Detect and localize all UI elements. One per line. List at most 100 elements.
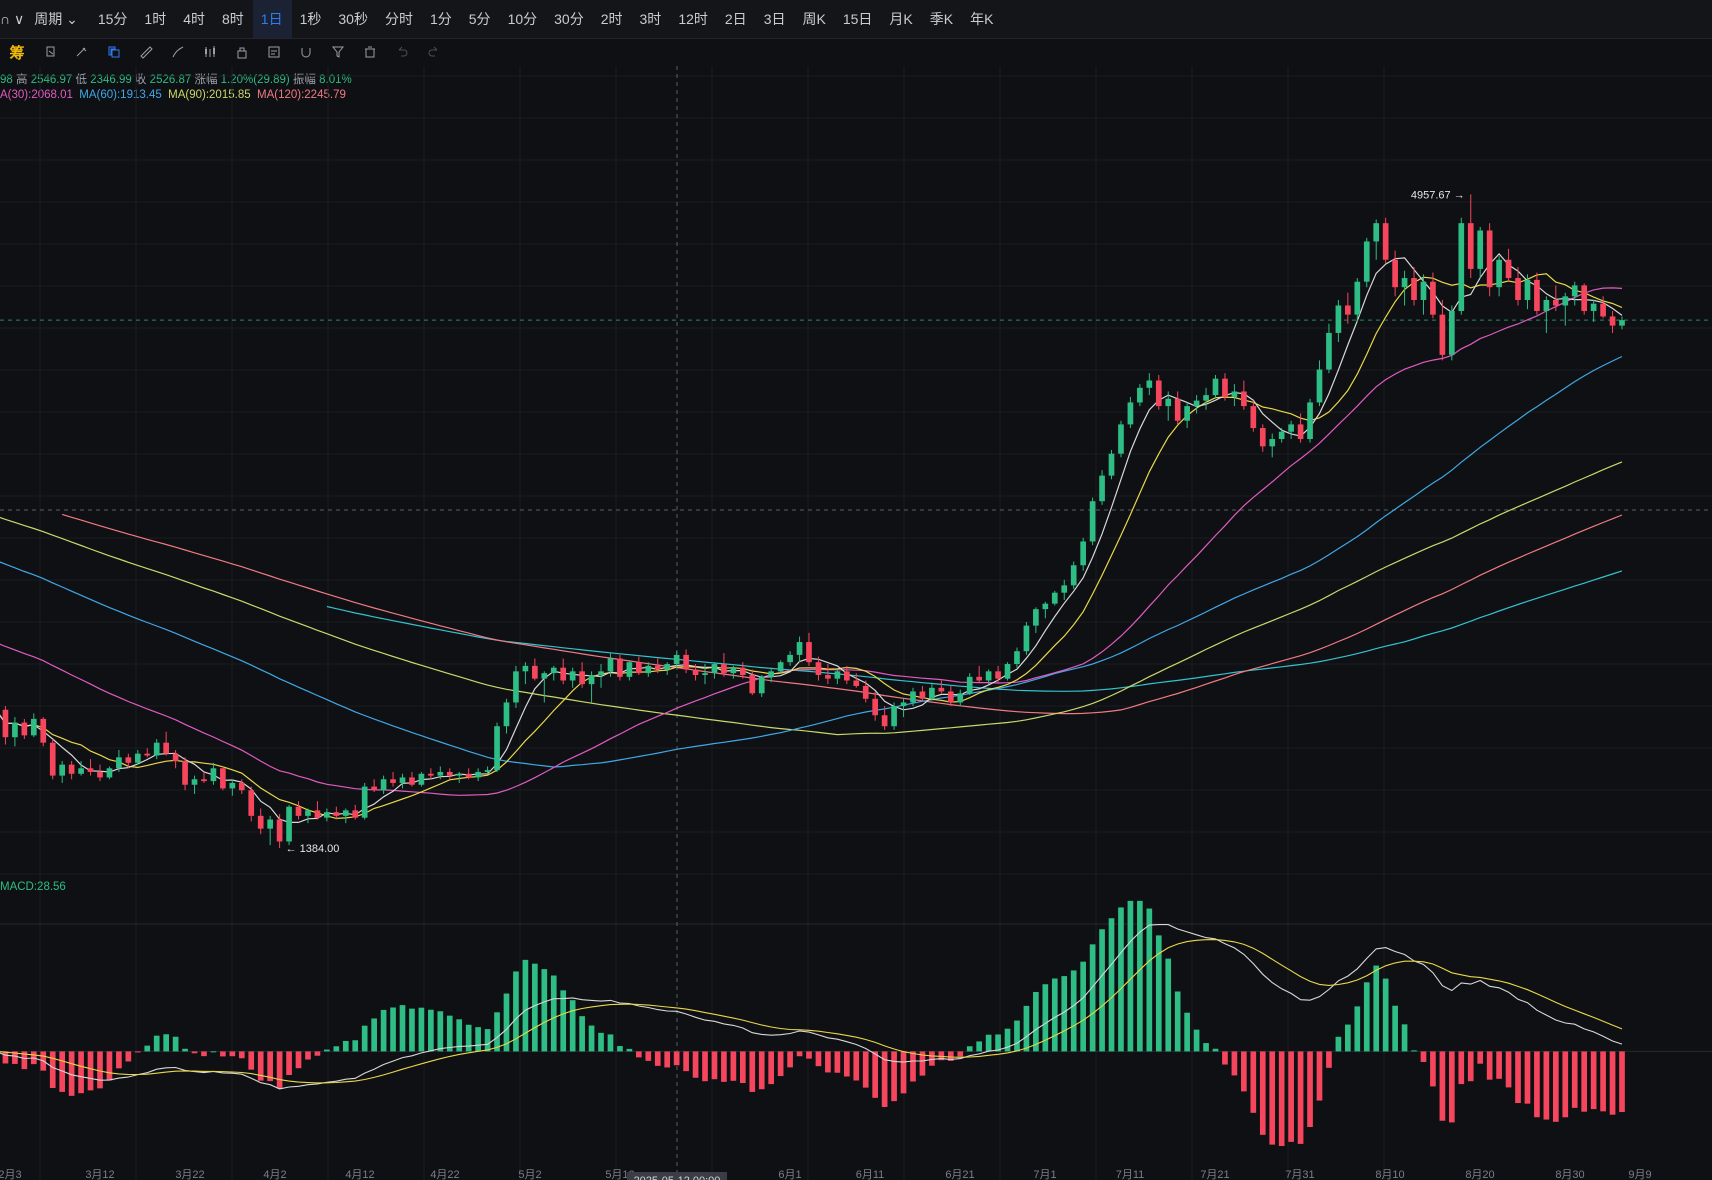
macd-histogram-bar — [985, 1034, 992, 1052]
candle — [1363, 237, 1370, 288]
candle — [267, 815, 273, 846]
macd-histogram-bar — [1023, 1005, 1030, 1052]
candle-body — [1193, 400, 1200, 407]
macd-histogram-bar — [645, 1051, 652, 1061]
candle-body — [1392, 259, 1398, 288]
candle-body — [97, 771, 103, 778]
candle-body — [654, 665, 661, 670]
period-tab[interactable]: 年K — [962, 0, 1002, 38]
macd-histogram-bar — [1259, 1051, 1266, 1135]
chip-distribution-button[interactable]: 筹 — [0, 38, 34, 66]
price-chart[interactable]: 4957.67 → ← 1384.00 MACD:28.56 2月3 3月12 3月22 4… — [0, 66, 1712, 1180]
candle — [1146, 373, 1153, 396]
macd-histogram-bar — [428, 1009, 434, 1052]
lock-icon[interactable] — [226, 38, 258, 66]
macd-histogram-bar — [1552, 1051, 1559, 1122]
candle — [1193, 395, 1200, 414]
candle — [588, 671, 595, 703]
candle-body — [1619, 320, 1625, 326]
macd-histogram-bar — [777, 1051, 784, 1077]
candle — [1099, 470, 1105, 505]
trash-icon[interactable] — [354, 38, 386, 66]
period-tab[interactable]: 1秒 — [292, 0, 331, 38]
period-tab[interactable]: 2日 — [717, 0, 756, 38]
period-tab[interactable]: 30秒 — [330, 0, 377, 38]
period-dropdown[interactable]: 周期 ⌄ — [28, 9, 90, 29]
candle-body — [853, 680, 860, 686]
x-axis-label: 9月9 — [1628, 1169, 1651, 1180]
macd-histogram-bar — [1354, 1006, 1361, 1052]
candle-body — [295, 806, 302, 816]
macd-histogram-bar — [1515, 1051, 1521, 1104]
period-tab[interactable]: 8时 — [214, 0, 253, 38]
undo-icon[interactable] — [386, 38, 418, 66]
select-icon[interactable] — [98, 38, 130, 66]
period-tab[interactable]: 分时 — [377, 0, 422, 38]
candle — [1392, 250, 1398, 297]
candle — [929, 684, 935, 701]
period-tab[interactable]: 4时 — [175, 0, 214, 38]
macd-histogram-bar — [1165, 958, 1172, 1052]
magnet-icon[interactable] — [290, 38, 322, 66]
candle — [1042, 601, 1049, 619]
macd-histogram-bar — [1609, 1051, 1616, 1115]
candle-body — [929, 687, 935, 699]
macd-histogram-bar — [97, 1051, 103, 1089]
macd-histogram-bar — [588, 1025, 595, 1052]
ruler-icon[interactable] — [130, 38, 162, 66]
redo-icon[interactable] — [418, 38, 450, 66]
candle-body — [106, 768, 113, 778]
candle-body — [172, 753, 179, 761]
note-icon[interactable] — [258, 38, 290, 66]
period-tab[interactable]: 10分 — [500, 0, 547, 38]
period-tab[interactable]: 15日 — [835, 0, 882, 38]
brush-off-icon[interactable] — [66, 38, 98, 66]
macd-histogram-bar — [248, 1051, 255, 1070]
candle — [2, 706, 9, 745]
ma30-line — [0, 287, 1623, 796]
period-tab[interactable]: 15分 — [90, 0, 137, 38]
period-tab[interactable]: 3时 — [632, 0, 671, 38]
filter-icon[interactable] — [322, 38, 354, 66]
period-tab[interactable]: 周K — [794, 0, 834, 38]
candle-body — [513, 671, 519, 703]
candle — [59, 760, 66, 783]
period-tab[interactable]: 2时 — [593, 0, 632, 38]
candle-body — [891, 706, 897, 727]
macd-histogram-bar — [976, 1041, 982, 1052]
candle-body — [286, 806, 292, 842]
candle — [1562, 292, 1569, 326]
period-tab[interactable]: 1时 — [136, 0, 175, 38]
period-tab[interactable]: 月K — [881, 0, 921, 38]
candle-body — [910, 691, 916, 703]
period-tab[interactable]: 30分 — [546, 0, 593, 38]
candle-body — [49, 742, 56, 776]
macd-histogram-bar — [692, 1051, 699, 1078]
candle-body — [683, 654, 689, 670]
candle — [428, 768, 434, 780]
candle-body — [494, 726, 500, 771]
period-tab[interactable]: 1分 — [422, 0, 461, 38]
candle-body — [390, 779, 396, 783]
candle-body — [1203, 395, 1209, 401]
period-tab[interactable]: 3日 — [756, 0, 795, 38]
period-tab[interactable]: 1日 — [252, 0, 292, 38]
macd-histogram-bar — [749, 1051, 756, 1092]
candle — [1014, 647, 1020, 668]
period-tab[interactable]: 5分 — [461, 0, 500, 38]
candle-body — [1269, 439, 1276, 447]
redo-circle-icon[interactable] — [34, 38, 66, 66]
candle-body — [12, 722, 18, 738]
pen-icon[interactable] — [162, 38, 194, 66]
candle — [276, 814, 283, 849]
period-tab[interactable]: 季K — [922, 0, 962, 38]
candles-icon[interactable] — [194, 38, 226, 66]
macd-histogram-bar — [484, 1029, 491, 1052]
candle — [1307, 398, 1313, 443]
macd-histogram-bar — [617, 1046, 623, 1052]
candle-body — [248, 790, 255, 816]
candle — [513, 665, 519, 708]
macd-histogram-bar — [1269, 1051, 1276, 1145]
symbol-selector[interactable]: ∩ ∨ — [0, 11, 28, 28]
period-tab[interactable]: 12时 — [670, 0, 717, 38]
